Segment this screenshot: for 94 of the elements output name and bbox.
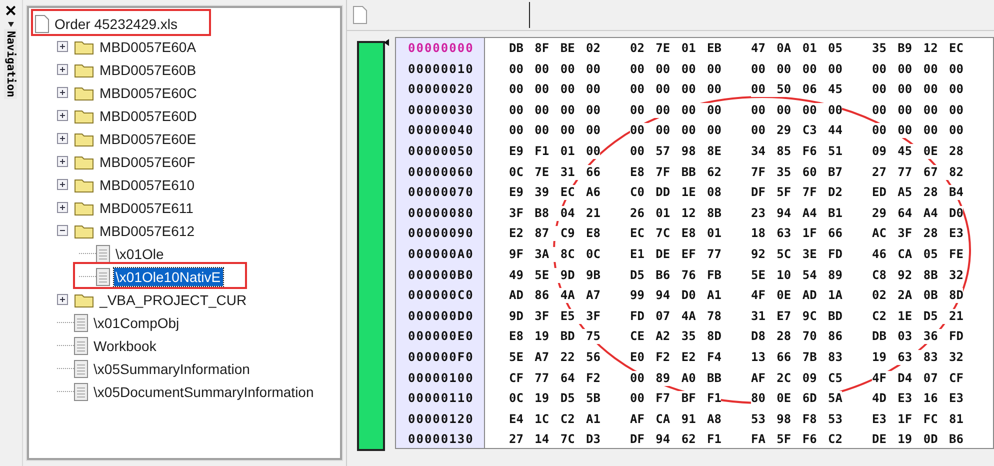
folder-icon [74, 222, 94, 238]
plus-icon[interactable] [56, 87, 68, 98]
offset-label: 000000E0 [407, 329, 475, 346]
offset-label: 00000000 [407, 41, 475, 57]
offset-label: 00000110 [407, 391, 475, 408]
offset-label: 00000090 [407, 226, 475, 242]
hex-bytes: 09 45 0E 28 [872, 144, 964, 159]
hex-bytes: 00 00 00 00 [872, 123, 964, 138]
close-button[interactable]: ✕ [4, 4, 18, 20]
offset-label: 000000B0 [407, 268, 475, 284]
plus-icon[interactable] [56, 294, 68, 305]
offset-label: 000000C0 [407, 288, 475, 304]
hex-bytes: 00 00 00 00 [630, 102, 722, 118]
offset-label: 00000080 [407, 206, 475, 222]
tree-item[interactable]: \x05DocumentSummaryInformation [92, 382, 316, 400]
hex-bytes: 00 50 06 45 [751, 82, 842, 98]
folder-icon [74, 62, 94, 78]
tree-item[interactable]: MBD0057E612 [98, 222, 196, 240]
offset-label: 00000070 [407, 185, 475, 202]
plus-icon[interactable] [56, 156, 68, 167]
hex-bytes: 27 77 67 82 [872, 164, 964, 180]
offset-label: 00000030 [407, 102, 475, 119]
folder-icon [74, 130, 94, 146]
hex-bytes: C2 1E D5 21 [872, 308, 964, 324]
panel-title: Navigation [4, 29, 18, 100]
hex-bytes: 02 2A 0B 8D [872, 288, 964, 304]
hex-bytes: 49 5E 9D 9B [509, 268, 600, 283]
offset-label: 00000060 [407, 164, 475, 181]
hex-bytes: 9D 3F E5 3F [509, 308, 600, 324]
plus-icon[interactable] [56, 41, 68, 52]
plus-icon[interactable] [56, 64, 68, 75]
plus-icon[interactable] [56, 133, 68, 144]
document-icon [74, 360, 88, 378]
plus-icon[interactable] [56, 179, 68, 190]
hex-bytes: 9F 3A 8C 0C [509, 246, 600, 262]
tree-item[interactable]: MBD0057E60D [98, 106, 199, 124]
caret-icon[interactable] [8, 22, 14, 27]
document-icon [74, 336, 88, 354]
document-icon [96, 244, 110, 262]
folder-icon [74, 108, 94, 124]
tree-item[interactable]: MBD0057E60F [98, 152, 198, 170]
tree-item[interactable]: MBD0057E60C [98, 84, 199, 102]
hex-bytes: ED A5 28 B4 [872, 185, 964, 200]
hex-bytes: E9 F1 01 00 [509, 144, 600, 159]
hex-bytes: 4F D4 07 CF [872, 370, 964, 386]
offset-label: 00000010 [407, 62, 475, 78]
caret-icon [384, 39, 389, 46]
tree-item[interactable]: \x01CompObj [92, 314, 182, 332]
tree-item[interactable]: MBD0057E60A [98, 38, 198, 56]
hex-bytes: E2 87 C9 E8 [509, 226, 600, 242]
minus-icon[interactable] [56, 225, 68, 236]
hex-bytes: 80 0E 6D 5A [751, 391, 842, 406]
hex-bytes: 0C 7E 31 66 [509, 164, 600, 180]
tree-item[interactable]: \x01Ole [114, 244, 166, 262]
hex-bytes: E8 19 BD 75 [509, 329, 600, 344]
folder-icon [74, 38, 94, 54]
hex-bytes: E9 39 EC A6 [509, 185, 600, 200]
offset-label: 00000120 [407, 412, 475, 428]
file-icon [34, 14, 49, 32]
folder-icon [74, 200, 94, 216]
tree-item[interactable]: MBD0057E610 [98, 176, 196, 194]
hex-bytes: AF 2C 09 C5 [751, 370, 842, 386]
offset-label: 000000D0 [407, 308, 475, 325]
plus-icon[interactable] [56, 202, 68, 213]
folder-icon [74, 292, 94, 308]
tree-item[interactable]: Order 45232429.xls [52, 14, 180, 32]
hex-bytes: 00 89 A0 BB [630, 370, 722, 386]
hex-bytes: CF 77 64 F2 [509, 370, 600, 386]
document-icon [96, 268, 110, 286]
tree-item[interactable]: Workbook [92, 336, 158, 354]
offset-label: 00000130 [407, 432, 475, 448]
document-icon [74, 314, 88, 332]
tree-item[interactable]: MBD0057E60B [98, 60, 198, 78]
folder-icon [74, 154, 94, 170]
folder-icon [74, 176, 94, 192]
tree-item[interactable]: \x01Ole10NativE [114, 268, 223, 286]
offset-label: 00000020 [407, 82, 475, 98]
document-icon [74, 382, 88, 400]
folder-icon [74, 84, 94, 100]
hex-bytes: 19 63 83 32 [872, 350, 964, 365]
document-icon[interactable] [353, 6, 367, 24]
offset-label: 000000A0 [407, 246, 475, 263]
hex-bytes: 3F B8 04 21 [509, 206, 600, 221]
tree-item[interactable]: MBD0057E60E [98, 130, 198, 148]
tree-item[interactable]: _VBA_PROJECT_CUR [98, 290, 249, 308]
plus-icon[interactable] [56, 110, 68, 121]
tree-item[interactable]: MBD0057E611 [98, 198, 196, 216]
hex-bytes: AD 86 4A A7 [509, 288, 600, 304]
offset-label: 00000100 [407, 370, 475, 386]
tree-item[interactable]: \x05SummaryInformation [92, 360, 252, 378]
offset-label: 000000F0 [407, 350, 475, 366]
offset-label: 00000040 [407, 123, 475, 140]
hex-bytes: DB 03 36 FD [872, 329, 964, 344]
offset-label: 00000050 [407, 144, 475, 160]
